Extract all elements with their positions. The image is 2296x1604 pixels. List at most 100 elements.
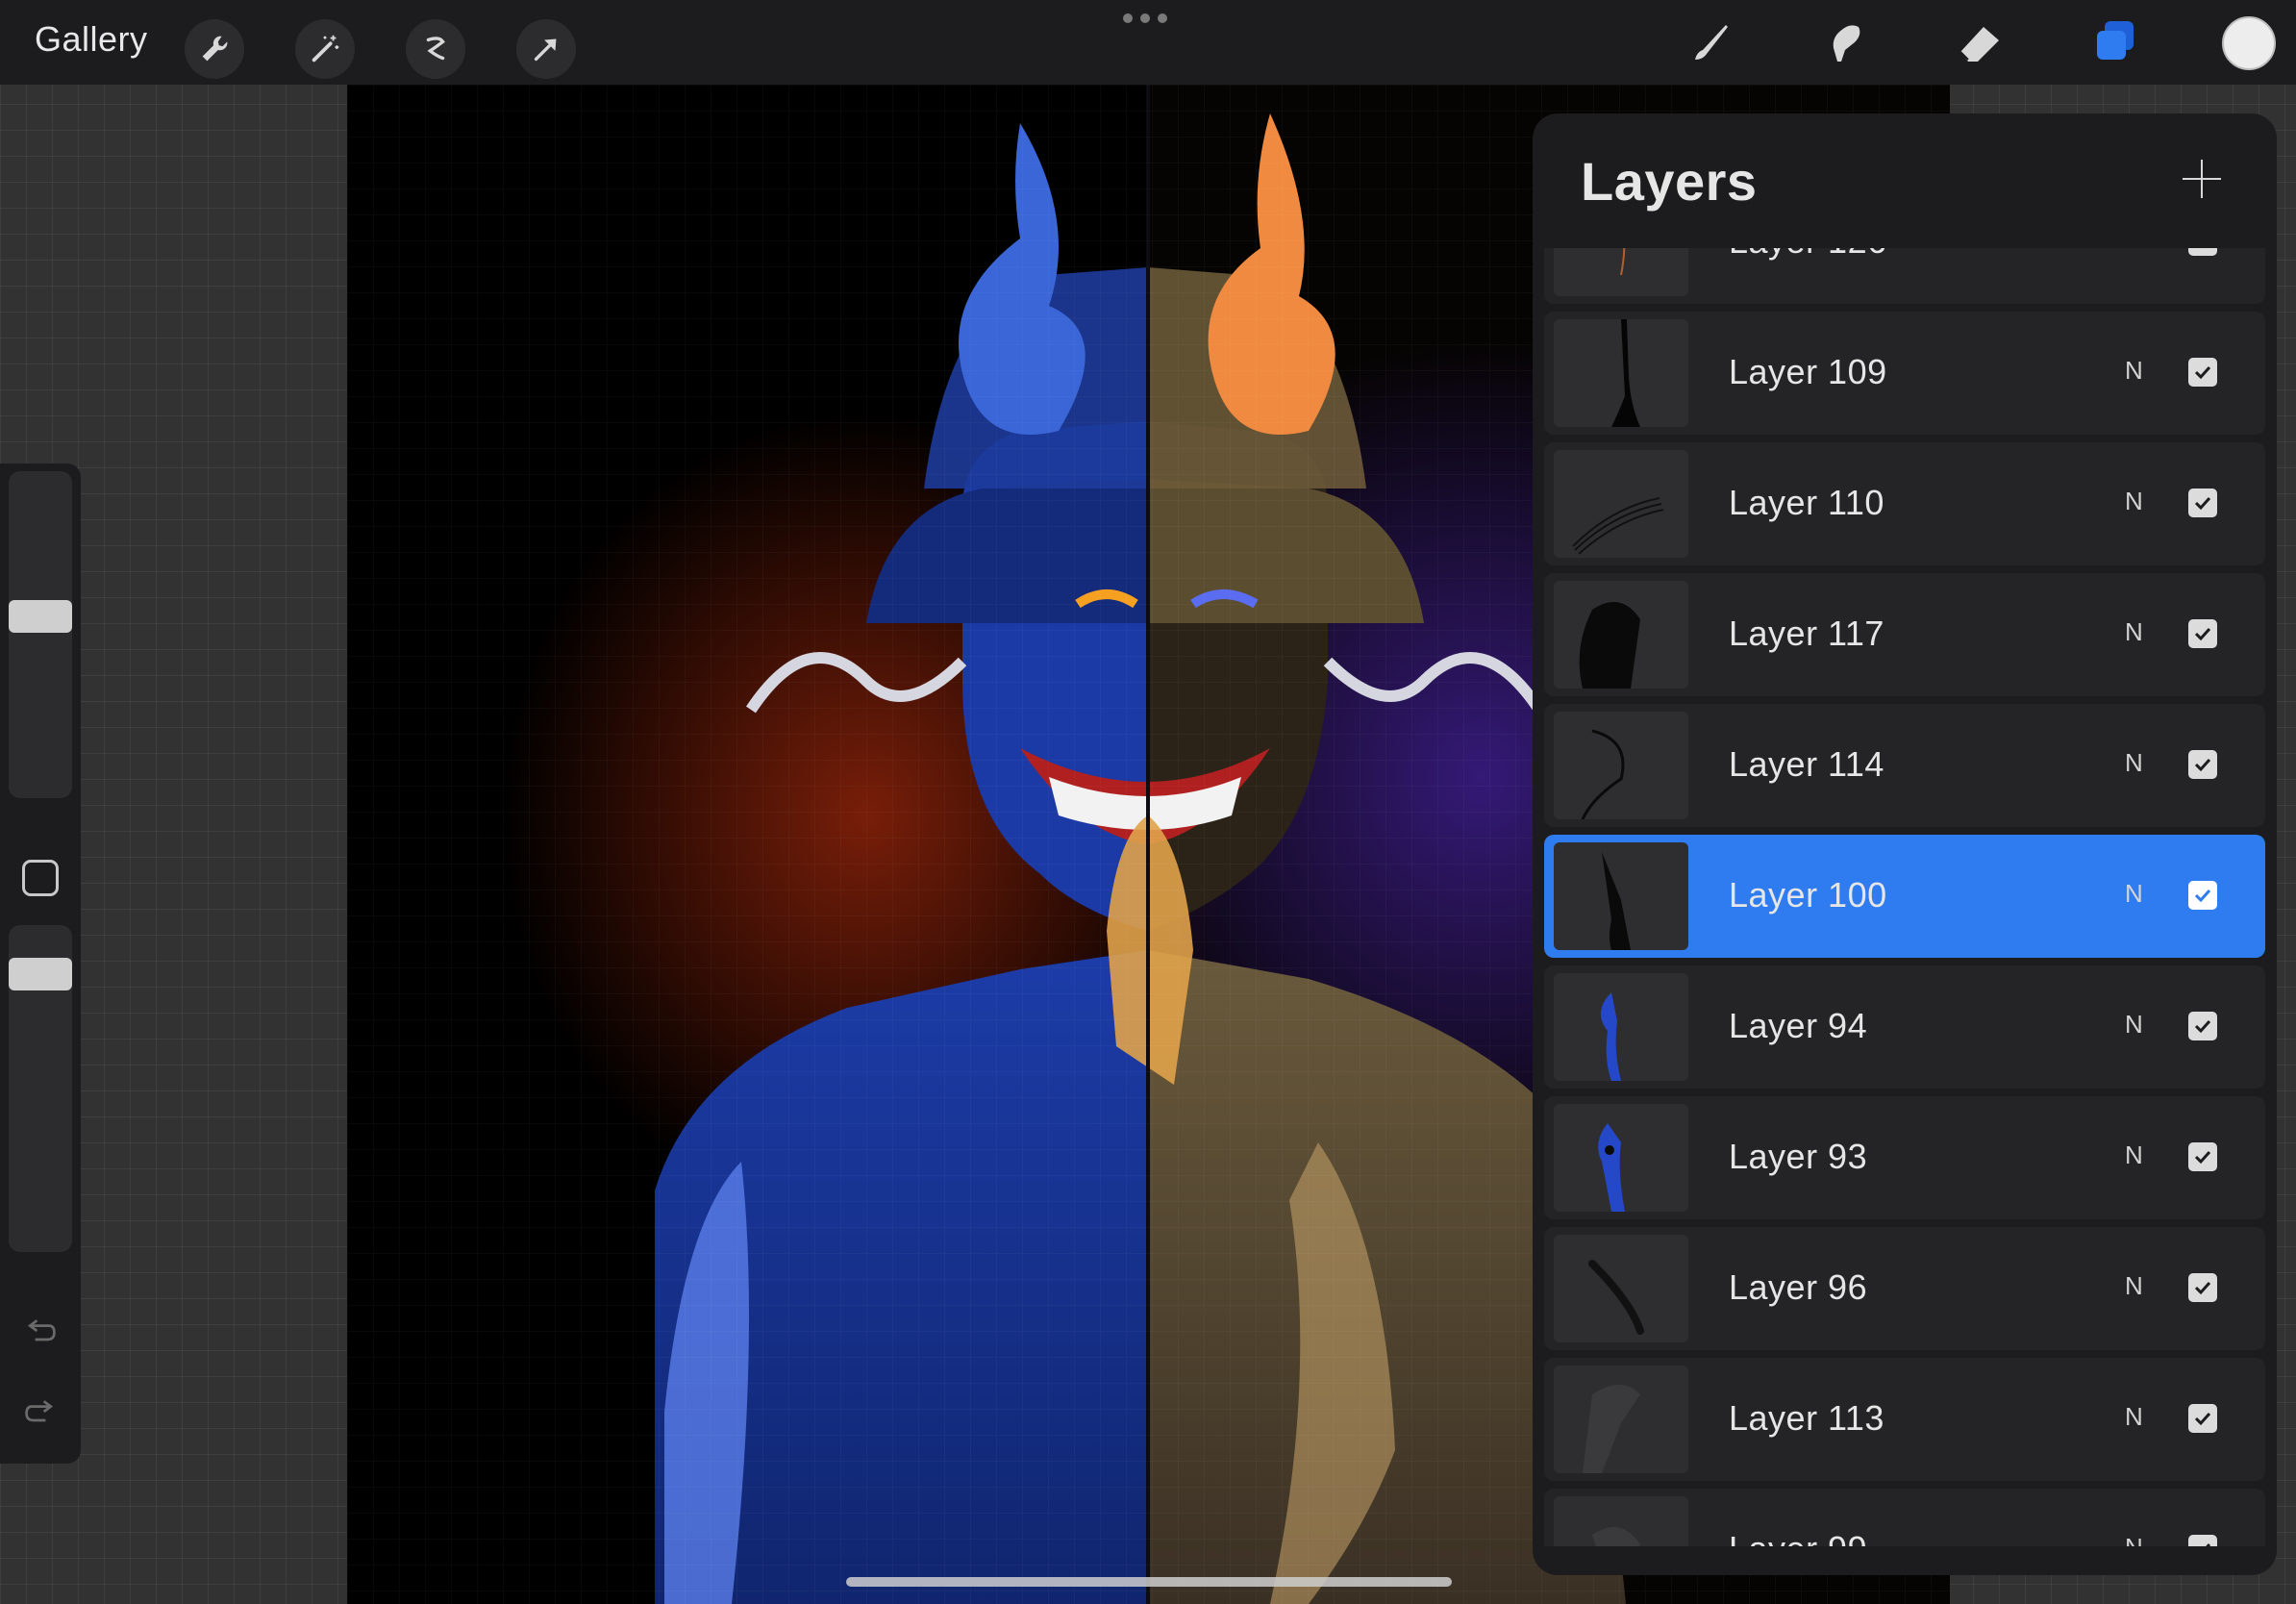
checkmark-icon xyxy=(2194,365,2211,380)
layer-thumbnail xyxy=(1554,1366,1688,1473)
layer-thumbnail xyxy=(1554,1496,1688,1546)
blend-mode-button[interactable]: N xyxy=(2125,1271,2143,1301)
layer-visibility-checkbox[interactable] xyxy=(2188,358,2217,387)
layer-thumbnail xyxy=(1554,450,1688,558)
actions-button[interactable] xyxy=(185,19,244,79)
modify-button[interactable] xyxy=(22,860,59,896)
checkmark-icon xyxy=(2194,1412,2211,1426)
layer-thumbnail xyxy=(1554,842,1688,950)
checkmark-icon xyxy=(2194,1281,2211,1295)
layer-row[interactable]: Layer 100 N xyxy=(1544,835,2265,958)
layer-thumbnail xyxy=(1554,1235,1688,1342)
layer-visibility-checkbox[interactable] xyxy=(2188,619,2217,648)
layer-row[interactable]: Layer 117 N xyxy=(1544,573,2265,696)
blend-mode-button[interactable]: N xyxy=(2125,1140,2143,1170)
layers-panel: Layers Layer 126NLayer 109NLayer 110NLay… xyxy=(1533,113,2277,1575)
blend-mode-button[interactable]: N xyxy=(2125,617,2143,647)
brush-tool-button[interactable] xyxy=(1679,13,1742,71)
layers-panel-title: Layers xyxy=(1581,151,1758,212)
blend-mode-button[interactable]: N xyxy=(2125,487,2143,516)
layer-thumbnail xyxy=(1554,319,1688,427)
blend-mode-button[interactable]: N xyxy=(2125,879,2143,909)
magic-wand-icon xyxy=(312,35,339,63)
undo-icon xyxy=(27,1319,56,1341)
redo-button[interactable] xyxy=(19,1391,62,1433)
blend-mode-button[interactable]: N xyxy=(2125,1533,2143,1546)
blend-mode-button[interactable]: N xyxy=(2125,1402,2143,1432)
layer-row[interactable]: Layer 99 N xyxy=(1544,1489,2265,1546)
layer-row[interactable]: Layer 114 N xyxy=(1544,704,2265,827)
checkmark-icon xyxy=(2194,889,2211,903)
checkmark-icon xyxy=(2194,758,2211,772)
transform-button[interactable] xyxy=(516,19,576,79)
checkmark-icon xyxy=(2200,248,2202,249)
blend-mode-button[interactable]: N xyxy=(2125,356,2143,386)
selection-icon xyxy=(426,37,445,61)
layer-thumbnail xyxy=(1554,1104,1688,1212)
checkmark-icon xyxy=(2206,1542,2211,1546)
layer-visibility-checkbox[interactable] xyxy=(2188,248,2217,256)
brush-icon xyxy=(1695,25,1728,60)
layer-name: Layer 96 xyxy=(1729,1267,1868,1307)
layer-name: Layer 109 xyxy=(1729,352,1887,391)
layer-name: Layer 100 xyxy=(1729,875,1887,915)
opacity-slider[interactable] xyxy=(9,925,72,1252)
layer-thumbnail xyxy=(1554,581,1688,689)
layer-visibility-checkbox[interactable] xyxy=(2188,1404,2217,1433)
blend-mode-button[interactable]: N xyxy=(2125,748,2143,778)
layers-tool-button[interactable] xyxy=(2083,13,2146,71)
layer-visibility-checkbox[interactable] xyxy=(2188,1142,2217,1171)
selection-button[interactable] xyxy=(406,19,465,79)
layer-row[interactable]: Layer 113 N xyxy=(1544,1358,2265,1481)
eraser-tool-button[interactable] xyxy=(1948,13,2011,71)
layer-row[interactable]: Layer 110 N xyxy=(1544,442,2265,565)
layer-visibility-checkbox[interactable] xyxy=(2188,489,2217,517)
layer-name: Layer 99 xyxy=(1729,1529,1867,1546)
opacity-knob[interactable] xyxy=(9,958,72,990)
procreate-app: Gallery Layers Layer 109 N Layer 110 N L… xyxy=(0,0,2296,1604)
layer-thumbnail xyxy=(1554,973,1688,1081)
layer-visibility-checkbox[interactable] xyxy=(2188,881,2217,910)
brush-size-slider[interactable] xyxy=(9,471,72,798)
color-picker-swatch[interactable] xyxy=(2222,16,2276,70)
layers-list[interactable]: Layer 126 N Layer 109 N Layer 110 N Layer 117 N… xyxy=(1533,248,2277,1546)
layer-row[interactable]: Layer 109 N xyxy=(1544,312,2265,435)
home-indicator[interactable] xyxy=(846,1577,1452,1587)
redo-icon xyxy=(25,1400,54,1422)
layer-name: Layer 93 xyxy=(1729,1137,1868,1176)
layer-visibility-checkbox[interactable] xyxy=(2188,750,2217,779)
layer-visibility-checkbox[interactable] xyxy=(2188,1535,2217,1546)
brush-size-knob[interactable] xyxy=(9,600,72,633)
checkmark-icon xyxy=(2194,627,2211,641)
layer-row[interactable]: Layer 93 N xyxy=(1544,1096,2265,1219)
eraser-icon xyxy=(1959,27,1999,62)
layer-name: Layer 114 xyxy=(1729,744,1884,784)
checkmark-icon xyxy=(2194,1019,2211,1034)
layer-visibility-checkbox[interactable] xyxy=(2188,1012,2217,1040)
add-layer-button[interactable] xyxy=(2179,156,2225,202)
wrench-icon xyxy=(202,36,228,62)
layer-row[interactable]: Layer 96 N xyxy=(1544,1227,2265,1350)
layer-row[interactable]: Layer 126 N xyxy=(1544,248,2265,304)
smudge-tool-button[interactable] xyxy=(1813,13,1877,71)
top-toolbar: Gallery xyxy=(0,0,2296,85)
layer-name: Layer 113 xyxy=(1729,1398,1884,1438)
layer-thumbnail xyxy=(1554,248,1688,296)
layer-name: Layer 94 xyxy=(1729,1006,1868,1045)
transform-arrow-icon xyxy=(534,38,557,62)
layer-thumbnail xyxy=(1554,712,1688,819)
layer-row[interactable]: Layer 94 N xyxy=(1544,965,2265,1089)
blend-mode-button[interactable]: N xyxy=(2125,1010,2143,1040)
left-sidebar xyxy=(0,464,81,1464)
layer-name: Layer 126 xyxy=(1729,248,1887,262)
layer-visibility-checkbox[interactable] xyxy=(2188,1273,2217,1302)
undo-button[interactable] xyxy=(19,1310,62,1352)
more-grip[interactable] xyxy=(1123,13,1167,23)
gallery-button[interactable]: Gallery xyxy=(35,19,148,60)
checkmark-icon xyxy=(2194,1150,2211,1165)
adjustments-button[interactable] xyxy=(295,19,355,79)
layers-icon xyxy=(2097,21,2134,60)
smudge-icon xyxy=(1833,25,1860,62)
blend-mode-button[interactable]: N xyxy=(2125,248,2143,255)
checkmark-icon xyxy=(2194,496,2211,511)
